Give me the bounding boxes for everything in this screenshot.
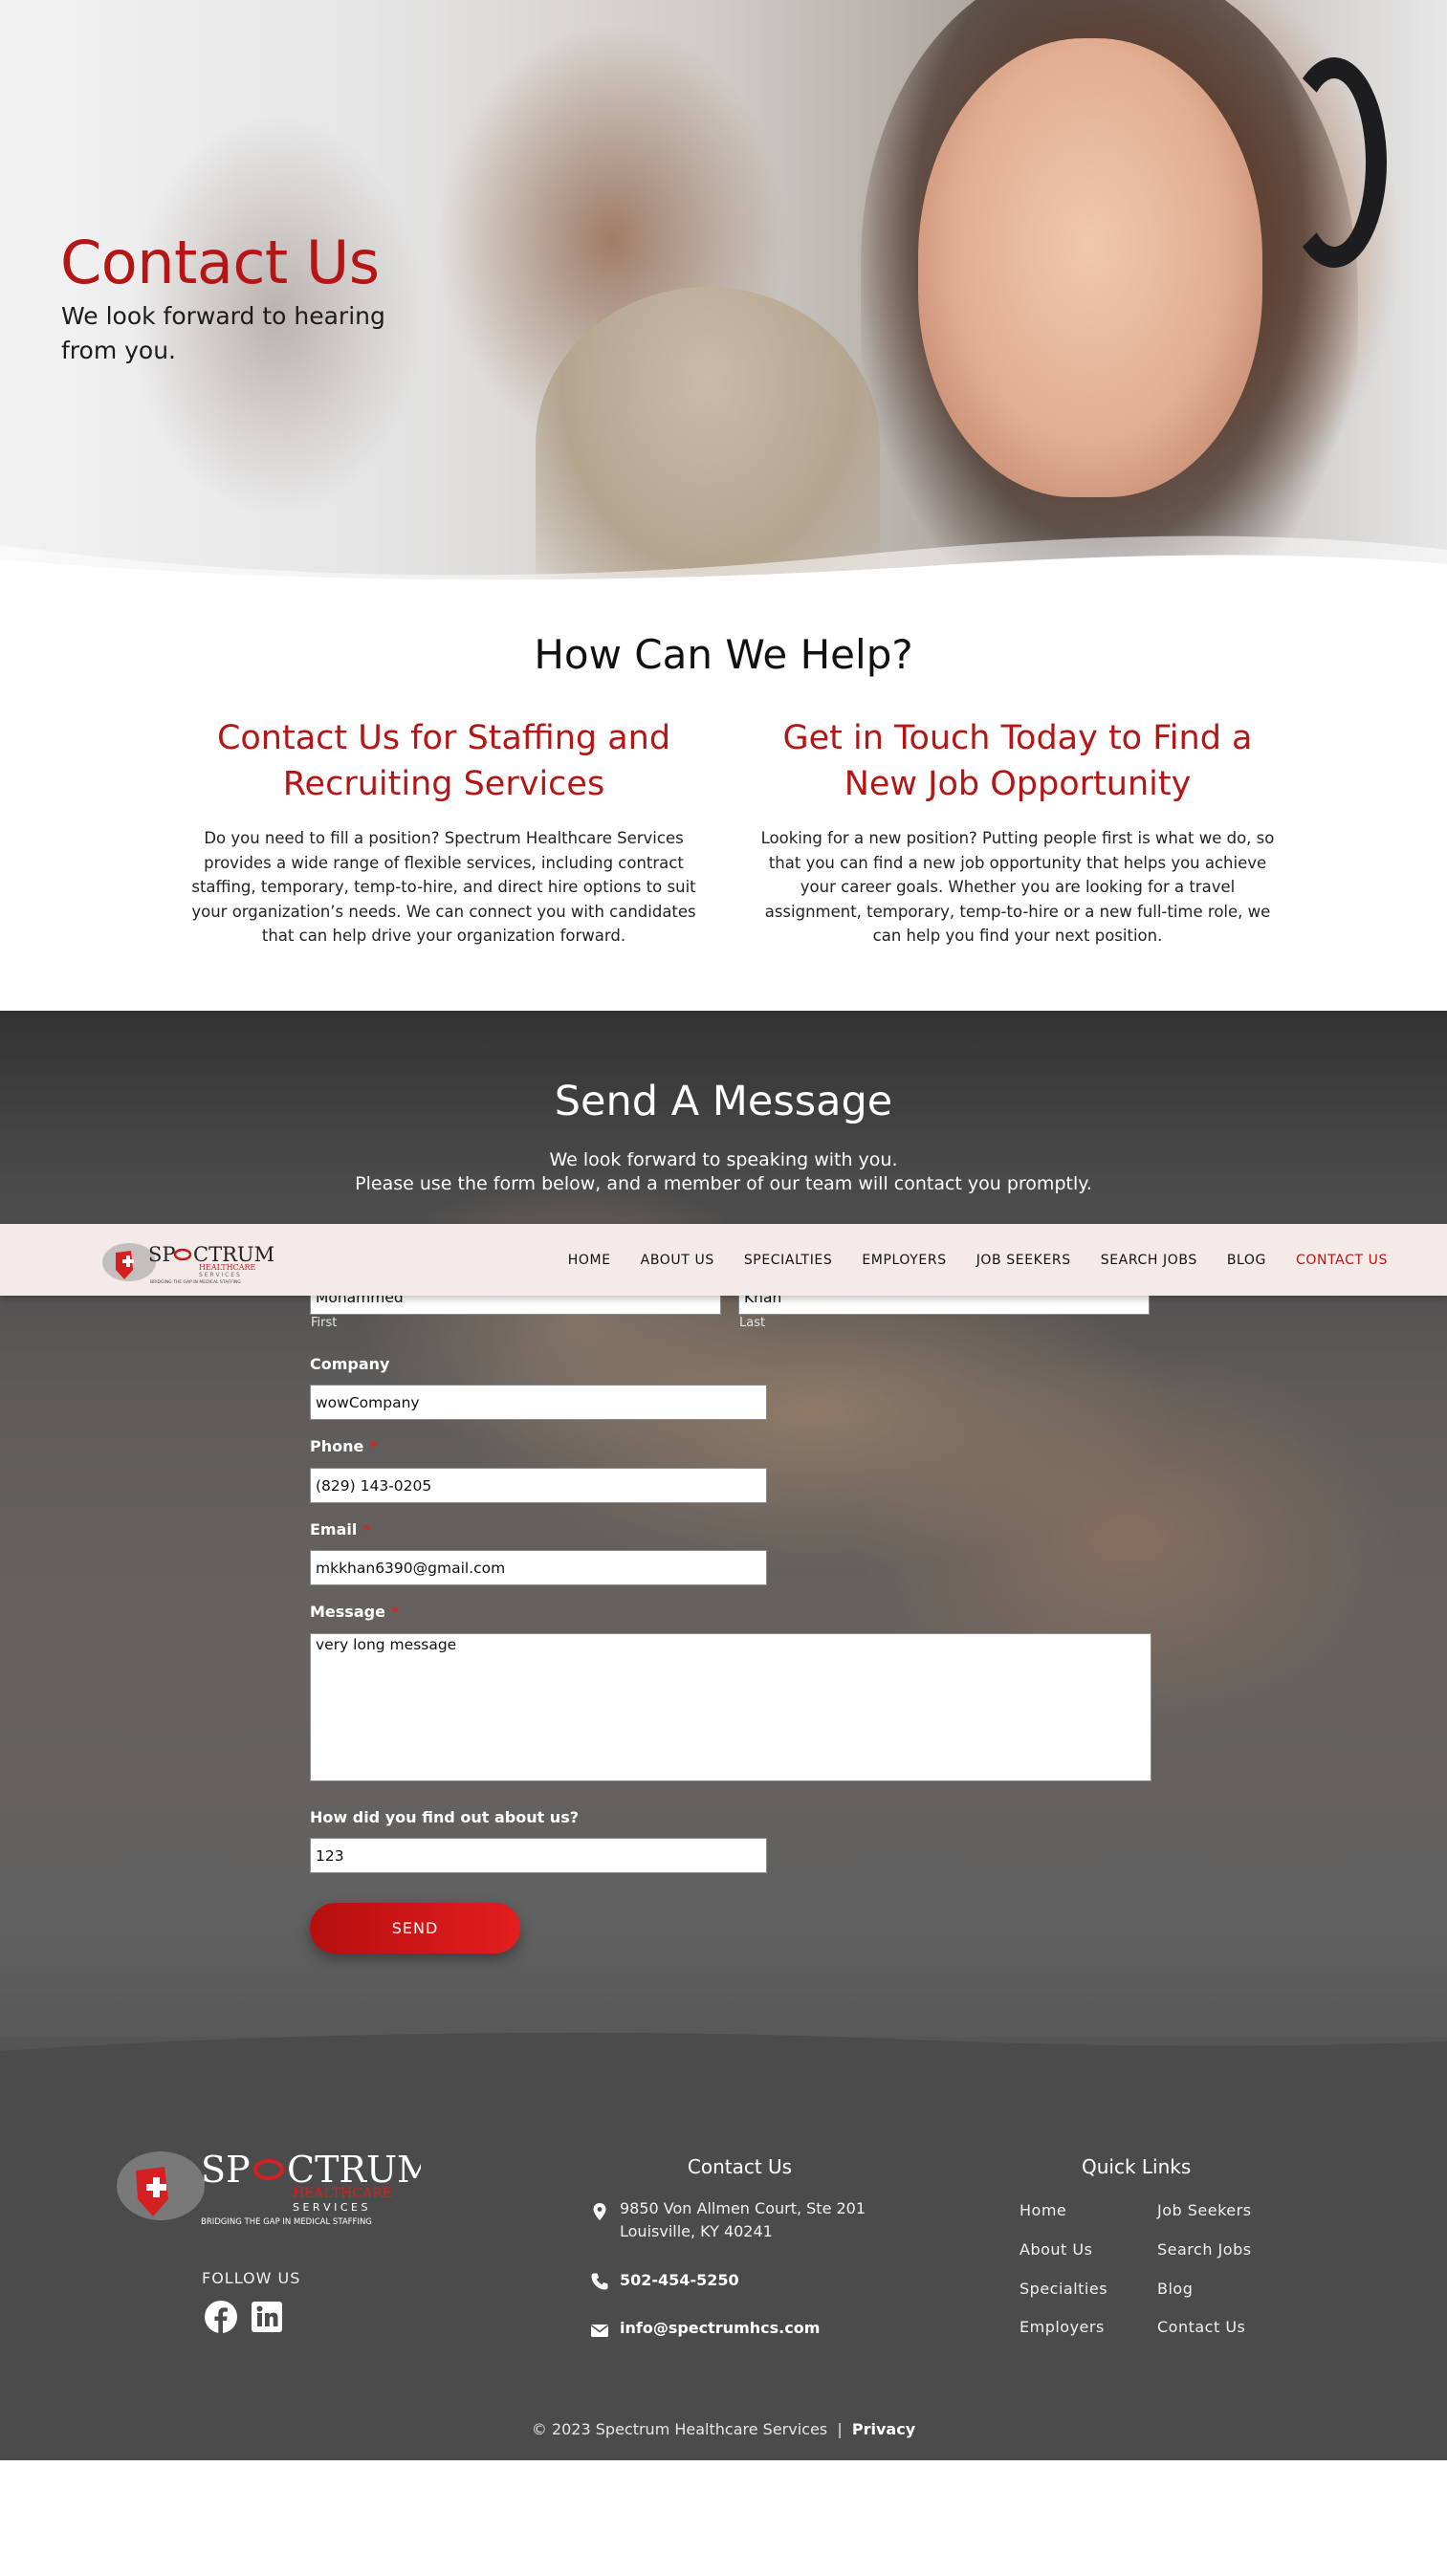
main-navigation: HOME ABOUT US SPECIALTIES EMPLOYERS JOB … bbox=[568, 1224, 1388, 1296]
message-subtitle-line1: We look forward to speaking with you. bbox=[549, 1149, 898, 1170]
message-label: Message * bbox=[310, 1603, 400, 1621]
nav-home[interactable]: HOME bbox=[568, 1253, 611, 1268]
last-name-sublabel: Last bbox=[739, 1316, 766, 1330]
footer-link-about-us[interactable]: About Us bbox=[1019, 2240, 1092, 2259]
sticky-header: SP CTRUM HEALTHCARE S E R V I C E S BRID… bbox=[0, 1224, 1447, 1296]
footer-address: 9850 Von Allmen Court, Ste 201 Louisvill… bbox=[620, 2197, 866, 2243]
referral-source-label: How did you find out about us? bbox=[310, 1808, 579, 1826]
footer-link-employers[interactable]: Employers bbox=[1019, 2318, 1105, 2336]
facebook-icon[interactable] bbox=[205, 2301, 237, 2333]
footer-contact-title: Contact Us bbox=[687, 2155, 793, 2178]
svg-text:S E R V I C E S: S E R V I C E S bbox=[199, 1272, 240, 1278]
required-indicator: * bbox=[369, 1437, 378, 1455]
first-name-sublabel: First bbox=[311, 1316, 338, 1330]
follow-us-label: FOLLOW US bbox=[202, 2269, 301, 2287]
svg-text:SP: SP bbox=[148, 1243, 176, 1266]
company-input[interactable] bbox=[310, 1385, 767, 1420]
message-textarea[interactable]: very long message bbox=[310, 1633, 1151, 1781]
job-opportunity-heading: Get in Touch Today to Find a New Job Opp… bbox=[782, 719, 1253, 803]
company-label: Company bbox=[310, 1355, 390, 1373]
nav-search-jobs[interactable]: SEARCH JOBS bbox=[1101, 1253, 1197, 1268]
hero-subtitle: We look forward to hearing from you. bbox=[61, 302, 385, 364]
help-section-title: How Can We Help? bbox=[534, 631, 913, 678]
staffing-services-column: Contact Us for Staffing and Recruiting S… bbox=[186, 715, 702, 949]
nav-employers[interactable]: EMPLOYERS bbox=[862, 1253, 946, 1268]
referral-source-input[interactable] bbox=[310, 1838, 767, 1873]
nav-blog[interactable]: BLOG bbox=[1227, 1253, 1266, 1268]
message-subtitle-line2: Please use the form below, and a member … bbox=[355, 1173, 1092, 1194]
linkedin-icon[interactable] bbox=[251, 2301, 283, 2333]
envelope-icon bbox=[591, 2325, 608, 2337]
headset-graphic bbox=[1282, 57, 1387, 268]
nav-job-seekers[interactable]: JOB SEEKERS bbox=[976, 1253, 1071, 1268]
svg-text:HEALTHCARE: HEALTHCARE bbox=[293, 2186, 392, 2201]
svg-text:HEALTHCARE: HEALTHCARE bbox=[199, 1263, 255, 1272]
copyright-separator: | bbox=[837, 2420, 843, 2438]
staffing-services-heading: Contact Us for Staffing and Recruiting S… bbox=[216, 719, 671, 803]
spectrum-logo[interactable]: SP CTRUM HEALTHCARE S E R V I C E S BRID… bbox=[100, 1233, 277, 1287]
svg-text:BRIDGING THE GAP IN MEDICAL ST: BRIDGING THE GAP IN MEDICAL STAFFING bbox=[150, 1279, 241, 1285]
email-label: Email * bbox=[310, 1520, 371, 1539]
required-indicator: * bbox=[390, 1603, 400, 1621]
footer-link-blog[interactable]: Blog bbox=[1157, 2280, 1193, 2298]
nav-specialties[interactable]: SPECIALTIES bbox=[744, 1253, 833, 1268]
phone-label: Phone * bbox=[310, 1437, 378, 1455]
footer-link-contact-us[interactable]: Contact Us bbox=[1157, 2318, 1245, 2336]
location-pin-icon bbox=[593, 2203, 606, 2220]
privacy-link[interactable]: Privacy bbox=[852, 2420, 915, 2438]
staffing-services-text: Do you need to fill a position? Spectrum… bbox=[191, 829, 696, 945]
copyright-bar: © 2023 Spectrum Healthcare Services | Pr… bbox=[0, 2420, 1447, 2438]
footer-link-search-jobs[interactable]: Search Jobs bbox=[1157, 2240, 1252, 2259]
footer-link-job-seekers[interactable]: Job Seekers bbox=[1157, 2201, 1252, 2219]
message-section-subtitle: We look forward to speaking with you. Pl… bbox=[0, 1148, 1447, 1196]
job-opportunity-text: Looking for a new position? Putting peop… bbox=[760, 829, 1275, 945]
svg-text:S E R V I C E S: S E R V I C E S bbox=[293, 2201, 367, 2214]
footer-link-specialties[interactable]: Specialties bbox=[1019, 2280, 1107, 2298]
nav-contact-us[interactable]: CONTACT US bbox=[1296, 1253, 1388, 1268]
address-line-1: 9850 Von Allmen Court, Ste 201 bbox=[620, 2199, 866, 2217]
message-section-title: Send A Message bbox=[554, 1078, 893, 1125]
copyright-text: © 2023 Spectrum Healthcare Services bbox=[531, 2420, 828, 2438]
required-indicator: * bbox=[362, 1520, 371, 1539]
nav-about-us[interactable]: ABOUT US bbox=[641, 1253, 714, 1268]
page-title: Contact Us bbox=[60, 228, 380, 297]
address-line-2: Louisville, KY 40241 bbox=[620, 2222, 773, 2240]
hero-wave-divider bbox=[0, 535, 1447, 588]
hero-photo-face bbox=[918, 38, 1262, 497]
phone-input[interactable] bbox=[310, 1468, 767, 1503]
footer-wave-divider bbox=[0, 2019, 1447, 2070]
footer-spectrum-logo[interactable]: SP CTRUM HEALTHCARE S E R V I C E S BRID… bbox=[115, 2140, 421, 2232]
footer-link-home[interactable]: Home bbox=[1019, 2201, 1066, 2219]
job-opportunity-column: Get in Touch Today to Find a New Job Opp… bbox=[759, 715, 1276, 949]
send-button[interactable]: SEND bbox=[310, 1903, 520, 1954]
email-input[interactable] bbox=[310, 1550, 767, 1585]
footer-email-link[interactable]: info@spectrumhcs.com bbox=[620, 2317, 820, 2340]
svg-text:BRIDGING THE GAP IN MEDICAL ST: BRIDGING THE GAP IN MEDICAL STAFFING bbox=[201, 2217, 372, 2227]
quick-links-title: Quick Links bbox=[1082, 2155, 1192, 2178]
phone-icon bbox=[591, 2273, 608, 2290]
footer-phone-link[interactable]: 502-454-5250 bbox=[620, 2269, 739, 2292]
